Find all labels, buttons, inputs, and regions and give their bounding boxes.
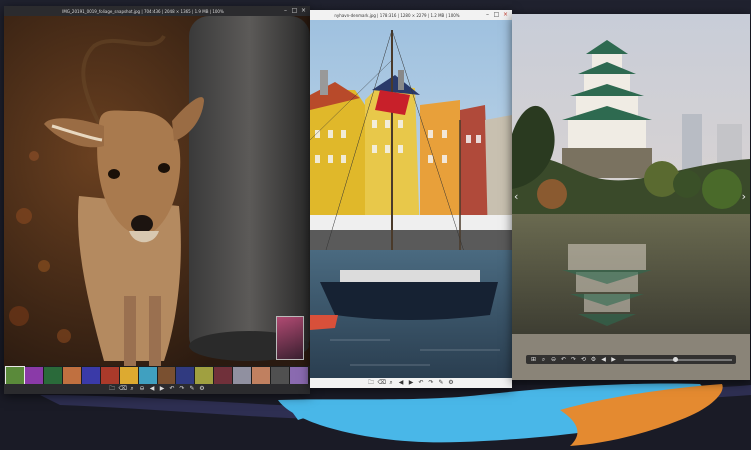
- zoom-out-icon[interactable]: ⊖: [550, 356, 557, 364]
- filmstrip-thumb[interactable]: [290, 367, 308, 384]
- edit-icon[interactable]: ✎: [438, 379, 445, 387]
- zoom-slider[interactable]: [624, 356, 732, 362]
- harbor-photo: [310, 20, 512, 378]
- edit-icon[interactable]: ✎: [189, 385, 196, 393]
- close-button[interactable]: ×: [502, 10, 509, 20]
- minimize-button[interactable]: –: [484, 10, 491, 20]
- previous-icon[interactable]: ◀: [149, 385, 156, 393]
- image-viewer-window-castle[interactable]: ‹ › ⊞ ⌕ ⊖ ↶ ↷ ⟲ ⚙ ◀ ▶: [512, 14, 750, 380]
- bottom-toolbar: 🗀 ⌫ ⌕ ◀ ▶ ↶ ↷ ✎ ⚙: [310, 378, 512, 388]
- rotate-left-icon[interactable]: ↶: [169, 385, 176, 393]
- deer-photo: [4, 16, 310, 366]
- filmstrip-thumb[interactable]: [157, 367, 176, 384]
- next-image-arrow[interactable]: ›: [742, 190, 746, 203]
- next-icon[interactable]: ▶: [159, 385, 166, 393]
- next-icon[interactable]: ▶: [610, 356, 617, 364]
- filmstrip-thumb[interactable]: [62, 367, 81, 384]
- rotate-left-icon[interactable]: ↶: [418, 379, 425, 387]
- maximize-button[interactable]: □: [291, 6, 298, 16]
- window-title: IMG_20191_0019_foliage_snapshot.jpg | 70…: [62, 8, 224, 14]
- image-viewer-window-harbor[interactable]: nyhavn-denmark.jpg | 178:316 | 1280 × 22…: [310, 10, 512, 388]
- previous-icon[interactable]: ◀: [600, 356, 607, 364]
- filmstrip-thumb[interactable]: [119, 367, 138, 384]
- title-bar[interactable]: nyhavn-denmark.jpg | 178:316 | 1280 × 22…: [310, 10, 512, 20]
- filmstrip-thumb[interactable]: [195, 367, 214, 384]
- filmstrip-thumb[interactable]: [24, 367, 43, 384]
- next-icon[interactable]: ▶: [408, 379, 415, 387]
- filmstrip-thumb[interactable]: [233, 367, 252, 384]
- minimize-button[interactable]: –: [282, 6, 289, 16]
- filmstrip-thumb[interactable]: [176, 367, 195, 384]
- settings-icon[interactable]: ⚙: [199, 385, 206, 393]
- image-viewer-window-deer[interactable]: IMG_20191_0019_foliage_snapshot.jpg | 70…: [4, 6, 310, 394]
- filmstrip-thumb[interactable]: [252, 367, 271, 384]
- rotate-right-icon[interactable]: ↷: [428, 379, 435, 387]
- open-folder-icon[interactable]: 🗀: [109, 385, 116, 393]
- filmstrip-thumb[interactable]: [138, 367, 157, 384]
- filmstrip-thumb[interactable]: [81, 367, 100, 384]
- rotate-right-icon[interactable]: ↷: [179, 385, 186, 393]
- filmstrip-thumb[interactable]: [271, 367, 290, 384]
- settings-icon[interactable]: ⚙: [590, 356, 597, 364]
- grid-icon[interactable]: ⊞: [530, 356, 537, 364]
- title-bar[interactable]: IMG_20191_0019_foliage_snapshot.jpg | 70…: [4, 6, 310, 16]
- refresh-icon[interactable]: ⟲: [580, 356, 587, 364]
- preview-thumbnail[interactable]: [276, 316, 304, 360]
- maximize-button[interactable]: □: [493, 10, 500, 20]
- bottom-toolbar: 🗀 ⌫ ⌕ ⊖ ◀ ▶ ↶ ↷ ✎ ⚙: [4, 384, 310, 394]
- filmstrip[interactable]: [5, 366, 308, 385]
- zoom-out-icon[interactable]: ⊖: [139, 385, 146, 393]
- close-button[interactable]: ×: [300, 6, 307, 16]
- delete-icon[interactable]: ⌫: [119, 385, 127, 393]
- filmstrip-thumb[interactable]: [5, 366, 25, 385]
- filmstrip-thumb[interactable]: [214, 367, 233, 384]
- zoom-icon[interactable]: ⌕: [388, 379, 395, 387]
- delete-icon[interactable]: ⌫: [378, 379, 386, 387]
- rotate-left-icon[interactable]: ↶: [560, 356, 567, 364]
- open-folder-icon[interactable]: 🗀: [368, 379, 375, 387]
- window-title: nyhavn-denmark.jpg | 178:316 | 1280 × 22…: [334, 12, 460, 18]
- zoom-in-icon[interactable]: ⌕: [129, 385, 136, 393]
- castle-photo: [512, 14, 750, 380]
- previous-image-arrow[interactable]: ‹: [514, 190, 518, 203]
- filmstrip-thumb[interactable]: [100, 367, 119, 384]
- rotate-right-icon[interactable]: ↷: [570, 356, 577, 364]
- overlay-toolbar: ⊞ ⌕ ⊖ ↶ ↷ ⟲ ⚙ ◀ ▶: [526, 355, 736, 364]
- previous-icon[interactable]: ◀: [398, 379, 405, 387]
- slider-handle[interactable]: [672, 356, 678, 362]
- filmstrip-thumb[interactable]: [43, 367, 62, 384]
- zoom-in-icon[interactable]: ⌕: [540, 356, 547, 364]
- settings-icon[interactable]: ⚙: [448, 379, 455, 387]
